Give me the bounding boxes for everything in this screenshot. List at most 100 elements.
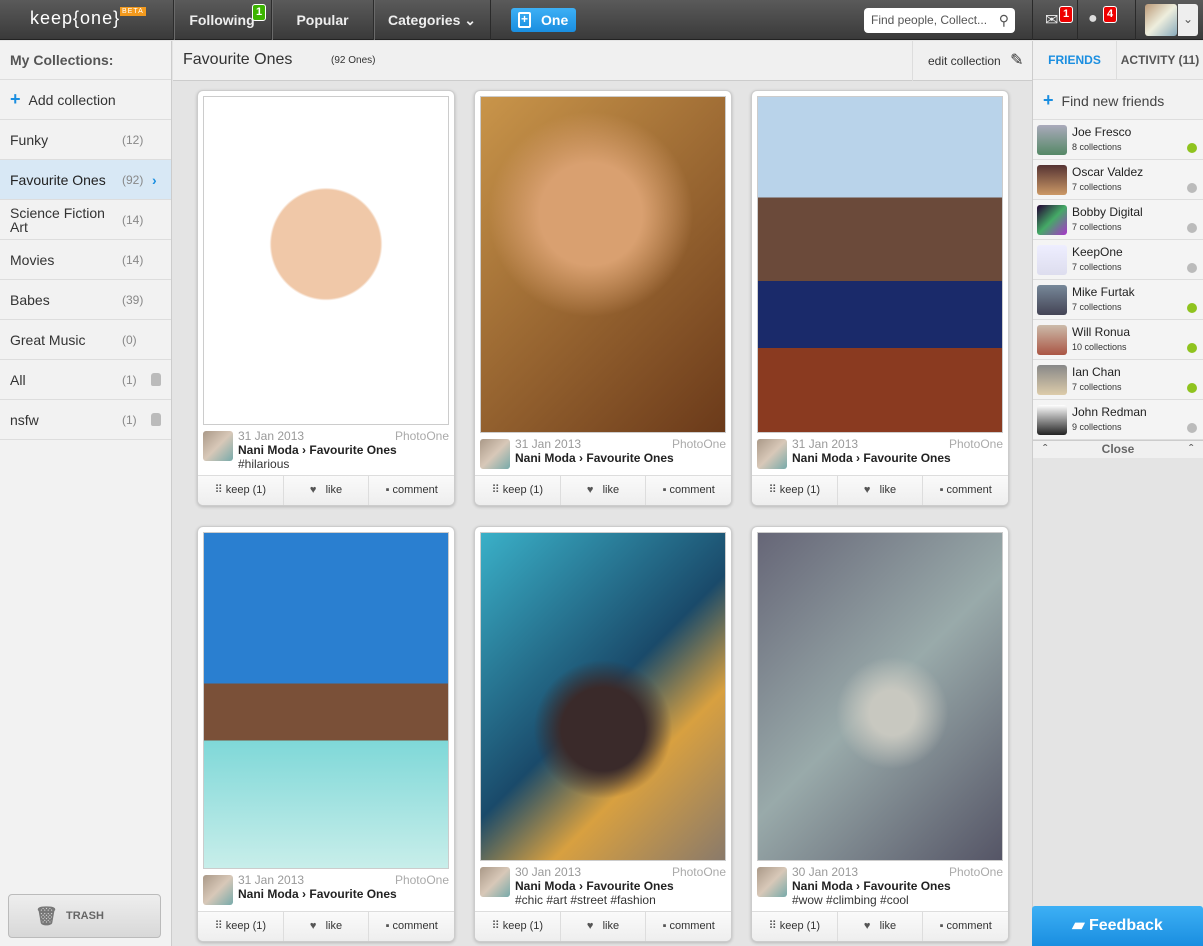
keep-button[interactable]: ⠿ keep (1) bbox=[752, 476, 838, 505]
photo-image[interactable] bbox=[480, 96, 726, 433]
user-link[interactable]: Nani Moda bbox=[515, 451, 576, 465]
collection-count: (39) bbox=[122, 293, 144, 307]
comment-button[interactable]: ▪ comment bbox=[369, 476, 454, 505]
post-tags[interactable]: #chic #art #street #fashion bbox=[515, 893, 726, 907]
comment-button[interactable]: ▪ comment bbox=[646, 912, 731, 941]
heart-icon: ♥ bbox=[863, 484, 871, 496]
user-avatar[interactable] bbox=[203, 875, 233, 905]
edit-collection-button[interactable]: edit collection ✎ bbox=[912, 41, 1032, 81]
feedback-button[interactable]: ▰ Feedback bbox=[1032, 906, 1203, 946]
find-friends-button[interactable]: + Find new friends bbox=[1033, 80, 1203, 120]
add-one-button[interactable]: + One bbox=[511, 8, 576, 32]
keep-button[interactable]: ⠿ keep (1) bbox=[198, 476, 284, 505]
photo-image[interactable] bbox=[757, 96, 1003, 433]
like-button[interactable]: ♥ like bbox=[561, 476, 647, 505]
add-collection-button[interactable]: + Add collection bbox=[0, 80, 171, 120]
plus-icon: + bbox=[1043, 90, 1054, 110]
sidebar-item[interactable]: Babes (39) bbox=[0, 280, 171, 320]
user-link[interactable]: Nani Moda bbox=[515, 879, 576, 893]
notifications-badge: 4 bbox=[1103, 6, 1118, 23]
search-input[interactable]: Find people, Collect... ⚲ bbox=[864, 8, 1015, 33]
friend-item[interactable]: Oscar Valdez 7 collections bbox=[1033, 160, 1203, 200]
nav-following[interactable]: Following 1 bbox=[173, 0, 270, 40]
comment-icon: ▰ bbox=[1072, 917, 1085, 934]
like-button[interactable]: ♥ like bbox=[284, 912, 370, 941]
friend-item[interactable]: Ian Chan 7 collections bbox=[1033, 360, 1203, 400]
chevron-right-icon: › bbox=[302, 443, 307, 457]
keep-button[interactable]: ⠿ keep (1) bbox=[475, 476, 561, 505]
sidebar-item[interactable]: Great Music (0) bbox=[0, 320, 171, 360]
friend-item[interactable]: Mike Furtak 7 collections bbox=[1033, 280, 1203, 320]
comment-icon: ▪ bbox=[662, 920, 667, 932]
heart-icon: ♥ bbox=[309, 484, 317, 496]
tab-friends[interactable]: FRIENDS bbox=[1033, 41, 1117, 79]
chevron-right-icon: › bbox=[856, 879, 861, 893]
collection-link[interactable]: Favourite Ones bbox=[586, 451, 673, 465]
comment-button[interactable]: ▪ comment bbox=[923, 912, 1008, 941]
friend-item[interactable]: Bobby Digital 7 collections bbox=[1033, 200, 1203, 240]
like-button[interactable]: ♥ like bbox=[284, 476, 370, 505]
user-link[interactable]: Nani Moda bbox=[238, 443, 299, 457]
trash-button[interactable]: 🗑 TRASH bbox=[8, 894, 161, 938]
status-dot bbox=[1187, 263, 1197, 273]
user-avatar[interactable] bbox=[480, 439, 510, 469]
user-avatar[interactable] bbox=[1145, 4, 1177, 36]
post-source: PhotoOne bbox=[671, 437, 726, 451]
status-dot bbox=[1187, 143, 1197, 153]
keep-button[interactable]: ⠿ keep (1) bbox=[198, 912, 284, 941]
notifications-button[interactable]: ● 4 bbox=[1088, 6, 1118, 28]
friend-item[interactable]: Joe Fresco 8 collections bbox=[1033, 120, 1203, 160]
comment-button[interactable]: ▪ comment bbox=[369, 912, 454, 941]
collection-link[interactable]: Favourite Ones bbox=[586, 879, 673, 893]
logo[interactable]: keep{one} BETA bbox=[30, 7, 146, 29]
user-avatar[interactable] bbox=[203, 431, 233, 461]
friend-item[interactable]: John Redman 9 collections bbox=[1033, 400, 1203, 440]
sidebar-item[interactable]: nsfw (1) bbox=[0, 400, 171, 440]
sidebar-item[interactable]: Science Fiction Art (14) bbox=[0, 200, 171, 240]
collection-link[interactable]: Favourite Ones bbox=[863, 879, 950, 893]
comment-icon: ▪ bbox=[662, 484, 667, 496]
keep-button[interactable]: ⠿ keep (1) bbox=[752, 912, 838, 941]
close-friends-button[interactable]: ˆ Close ˆ bbox=[1033, 440, 1203, 458]
friend-avatar bbox=[1037, 125, 1067, 155]
comment-button[interactable]: ▪ comment bbox=[923, 476, 1008, 505]
photo-card: 31 Jan 2013 PhotoOne Nani Moda › Favouri… bbox=[474, 90, 732, 506]
collection-link[interactable]: Favourite Ones bbox=[309, 443, 396, 457]
friend-item[interactable]: KeepOne 7 collections bbox=[1033, 240, 1203, 280]
tab-activity[interactable]: ACTIVITY (11) bbox=[1117, 41, 1203, 79]
messages-button[interactable]: ✉ 1 bbox=[1045, 6, 1074, 30]
collection-label: Funky bbox=[10, 131, 49, 148]
like-button[interactable]: ♥ like bbox=[838, 912, 924, 941]
post-source: PhotoOne bbox=[394, 429, 449, 443]
post-tags[interactable]: #wow #climbing #cool bbox=[792, 893, 1003, 907]
like-button[interactable]: ♥ like bbox=[838, 476, 924, 505]
user-link[interactable]: Nani Moda bbox=[792, 451, 853, 465]
collection-link[interactable]: Favourite Ones bbox=[309, 887, 396, 901]
collection-header: Favourite Ones (92 Ones) edit collection… bbox=[173, 41, 1032, 81]
collection-link[interactable]: Favourite Ones bbox=[863, 451, 950, 465]
user-link[interactable]: Nani Moda bbox=[238, 887, 299, 901]
user-avatar[interactable] bbox=[757, 439, 787, 469]
keep-button[interactable]: ⠿ keep (1) bbox=[475, 912, 561, 941]
sidebar-item[interactable]: Movies (14) bbox=[0, 240, 171, 280]
friend-collections: 9 collections bbox=[1072, 422, 1122, 432]
photo-image[interactable] bbox=[203, 532, 449, 869]
nav-popular[interactable]: Popular bbox=[271, 0, 373, 40]
post-tags[interactable]: #hilarious bbox=[238, 457, 449, 471]
friend-name: Will Ronua bbox=[1072, 325, 1131, 339]
user-link[interactable]: Nani Moda bbox=[792, 879, 853, 893]
user-avatar[interactable] bbox=[757, 867, 787, 897]
friend-item[interactable]: Will Ronua 10 collections bbox=[1033, 320, 1203, 360]
photo-image[interactable] bbox=[757, 532, 1003, 861]
grid-icon: ⠿ bbox=[491, 484, 500, 496]
like-button[interactable]: ♥ like bbox=[561, 912, 647, 941]
nav-categories[interactable]: Categories ⌄ bbox=[373, 0, 490, 40]
sidebar-item[interactable]: Favourite Ones (92) › bbox=[0, 160, 171, 200]
sidebar-item[interactable]: All (1) bbox=[0, 360, 171, 400]
user-menu-chevron-icon[interactable]: ⌄ bbox=[1178, 4, 1198, 36]
user-avatar[interactable] bbox=[480, 867, 510, 897]
photo-image[interactable] bbox=[480, 532, 726, 861]
photo-image[interactable] bbox=[203, 96, 449, 425]
sidebar-item[interactable]: Funky (12) bbox=[0, 120, 171, 160]
comment-button[interactable]: ▪ comment bbox=[646, 476, 731, 505]
